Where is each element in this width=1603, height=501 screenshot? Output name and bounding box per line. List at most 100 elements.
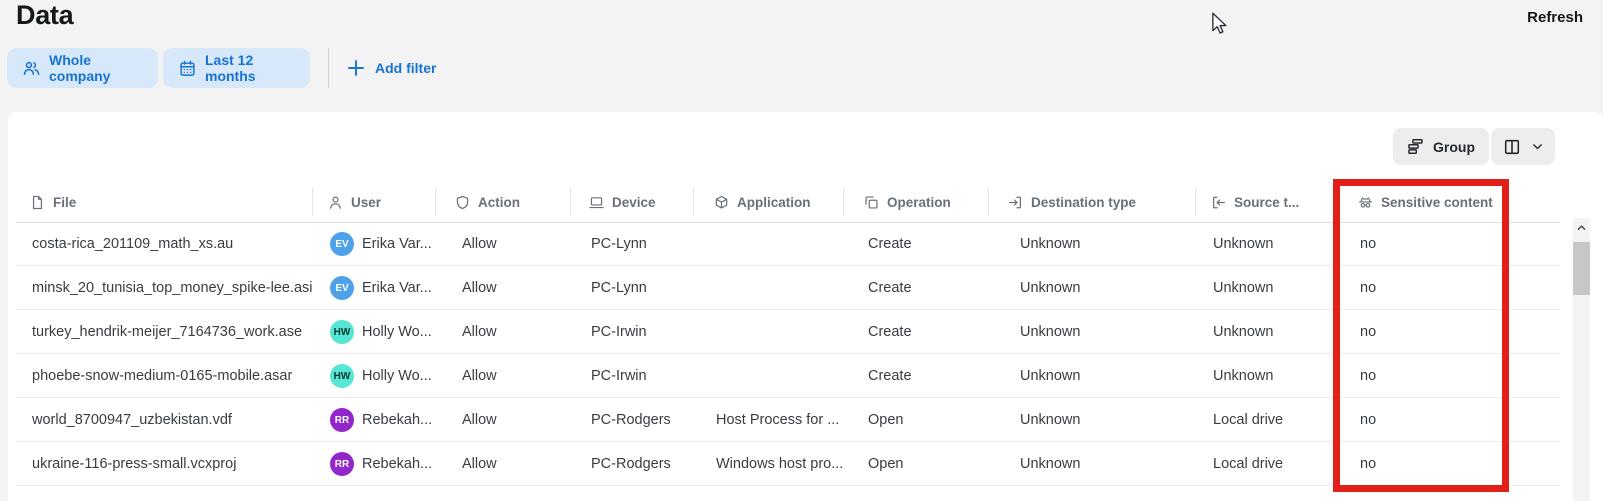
column-header-label: Device: [612, 195, 656, 210]
sensitive-content-cell: no: [1360, 266, 1376, 310]
filter-chip-time-range[interactable]: Last 12 months: [163, 48, 310, 88]
cube-icon: [714, 195, 729, 210]
user-name: Holly Wo...: [362, 324, 432, 340]
avatar: RR: [330, 408, 354, 432]
action-cell: Allow: [462, 222, 497, 266]
add-filter-button[interactable]: Add filter: [341, 48, 442, 88]
filter-chip-label: Last 12 months: [205, 52, 294, 84]
column-separator: [435, 188, 436, 216]
column-header-label: Destination type: [1031, 195, 1136, 210]
user-cell: RR Rebekah...: [330, 398, 432, 442]
application-cell: Host Process for ...: [716, 398, 839, 442]
table-row[interactable]: minsk_20_tunisia_top_money_spike-lee.asi…: [16, 266, 1560, 310]
column-header-application[interactable]: Application: [714, 182, 811, 222]
file-cell: minsk_20_tunisia_top_money_spike-lee.asi: [32, 266, 313, 310]
source-type-cell: Local drive: [1213, 398, 1283, 442]
user-name: Holly Wo...: [362, 368, 432, 384]
table-row[interactable]: turkey_hendrik-meijer_7164736_work.ase H…: [16, 310, 1560, 354]
device-cell: PC-Lynn: [591, 266, 647, 310]
action-cell: Allow: [462, 442, 497, 486]
file-cell: phoebe-snow-medium-0165-mobile.asar: [32, 354, 292, 398]
scrollbar-thumb[interactable]: [1573, 242, 1590, 295]
destination-type-cell: Unknown: [1020, 222, 1080, 266]
device-cell: PC-Irwin: [591, 354, 647, 398]
table-row[interactable]: ukraine-116-press-small.vcxproj RR Rebek…: [16, 442, 1560, 486]
columns-icon: [1503, 138, 1521, 156]
operation-cell: Open: [868, 398, 903, 442]
avatar: HW: [330, 364, 354, 388]
device-cell: PC-Rodgers: [591, 442, 671, 486]
application-cell: Windows host pro...: [716, 442, 843, 486]
source-type-cell: Unknown: [1213, 310, 1273, 354]
action-cell: Allow: [462, 354, 497, 398]
export-icon: [1008, 195, 1023, 210]
source-type-cell: Unknown: [1213, 222, 1273, 266]
user-icon: [328, 195, 343, 210]
columns-button[interactable]: [1491, 128, 1555, 165]
column-header-source-type[interactable]: Source t...: [1211, 182, 1299, 222]
column-header-device[interactable]: Device: [589, 182, 656, 222]
column-header-label: Application: [737, 195, 811, 210]
column-separator: [1195, 188, 1196, 216]
operation-cell: Create: [868, 310, 912, 354]
user-name: Rebekah...: [362, 456, 432, 472]
operation-cell: Create: [868, 354, 912, 398]
calendar-icon: [179, 60, 196, 77]
device-cell: PC-Rodgers: [591, 398, 671, 442]
group-button-label: Group: [1433, 139, 1475, 155]
file-cell: costa-rica_201109_math_xs.au: [32, 222, 233, 266]
file-cell: ukraine-116-press-small.vcxproj: [32, 442, 236, 486]
column-header-label: User: [351, 195, 381, 210]
sensitive-content-cell: no: [1360, 442, 1376, 486]
avatar: HW: [330, 320, 354, 344]
source-type-cell: Unknown: [1213, 354, 1273, 398]
destination-type-cell: Unknown: [1020, 354, 1080, 398]
shield-icon: [455, 195, 470, 210]
column-header-destination-type[interactable]: Destination type: [1008, 182, 1136, 222]
file-cell: turkey_hendrik-meijer_7164736_work.ase: [32, 310, 302, 354]
sensitive-content-cell: no: [1360, 310, 1376, 354]
avatar: EV: [330, 232, 354, 256]
table-row[interactable]: costa-rica_201109_math_xs.au EV Erika Va…: [16, 222, 1560, 266]
destination-type-cell: Unknown: [1020, 266, 1080, 310]
user-name: Erika Var...: [362, 280, 432, 296]
avatar: EV: [330, 276, 354, 300]
plus-icon: [347, 59, 365, 77]
column-separator: [988, 188, 989, 216]
filter-chip-whole-company[interactable]: Whole company: [7, 48, 158, 88]
scroll-up-arrow-icon[interactable]: [1573, 218, 1590, 236]
vertical-scrollbar[interactable]: [1573, 218, 1590, 501]
refresh-button[interactable]: Refresh: [1521, 8, 1589, 27]
user-cell: HW Holly Wo...: [330, 310, 432, 354]
file-icon: [30, 195, 45, 210]
destination-type-cell: Unknown: [1020, 442, 1080, 486]
column-header-sensitive-content[interactable]: Sensitive content: [1358, 182, 1493, 222]
filter-chip-label: Whole company: [49, 52, 142, 84]
column-separator: [693, 188, 694, 216]
add-filter-label: Add filter: [375, 60, 436, 76]
mouse-cursor: [1211, 12, 1227, 34]
table-row[interactable]: phoebe-snow-medium-0165-mobile.asar HW H…: [16, 354, 1560, 398]
column-separator: [312, 188, 313, 216]
import-icon: [1211, 195, 1226, 210]
operation-cell: Create: [868, 266, 912, 310]
chevron-down-icon: [1531, 140, 1544, 153]
operation-cell: Open: [868, 442, 903, 486]
table-row[interactable]: world_8700947_uzbekistan.vdf RR Rebekah.…: [16, 398, 1560, 442]
group-button[interactable]: Group: [1393, 128, 1489, 165]
column-header-label: Action: [478, 195, 520, 210]
user-cell: EV Erika Var...: [330, 266, 432, 310]
action-cell: Allow: [462, 266, 497, 310]
table-card: Group File User: [8, 112, 1603, 501]
column-header-action[interactable]: Action: [455, 182, 520, 222]
user-name: Erika Var...: [362, 236, 432, 252]
column-header-user[interactable]: User: [328, 182, 381, 222]
laptop-icon: [589, 195, 604, 210]
people-icon: [23, 60, 40, 77]
sensitive-content-cell: no: [1360, 398, 1376, 442]
device-cell: PC-Irwin: [591, 310, 647, 354]
sensitive-content-cell: no: [1360, 354, 1376, 398]
user-name: Rebekah...: [362, 412, 432, 428]
column-header-file[interactable]: File: [30, 182, 76, 222]
column-header-operation[interactable]: Operation: [864, 182, 951, 222]
